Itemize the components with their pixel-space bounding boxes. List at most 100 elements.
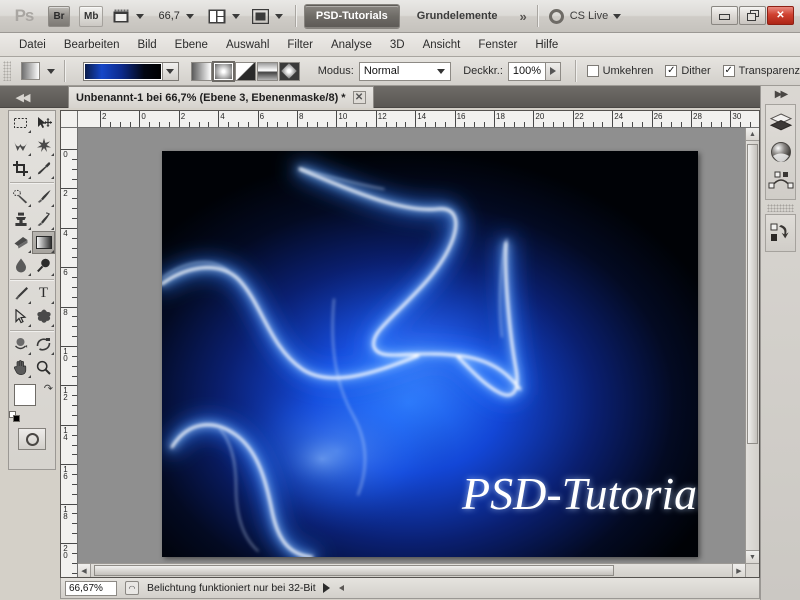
path-selection-tool[interactable] (9, 305, 32, 328)
history-panel-button[interactable] (766, 219, 796, 247)
minimize-button[interactable] (711, 6, 738, 25)
arrange-documents-control[interactable] (208, 9, 240, 24)
menu-datei[interactable]: Datei (10, 37, 55, 53)
screen-mode-control[interactable] (251, 8, 283, 24)
transparency-checkbox-row[interactable]: ✓ Transparenz (722, 65, 800, 77)
move-tool[interactable] (32, 111, 55, 134)
cs-live-button[interactable]: CS Live (548, 8, 622, 24)
app-zoom-chevron-down-icon[interactable] (185, 13, 194, 19)
scroll-right-button[interactable]: ▶ (732, 564, 745, 577)
diamond-gradient-button[interactable] (278, 61, 300, 81)
scroll-up-button[interactable]: ▲ (746, 128, 759, 141)
menu-filter[interactable]: Filter (278, 37, 322, 53)
reverse-checkbox-row[interactable]: Umkehren (586, 65, 653, 77)
document-tab-close-icon[interactable]: ✕ (352, 91, 366, 104)
menu-hilfe[interactable]: Hilfe (526, 37, 567, 53)
lasso-tool[interactable] (9, 134, 32, 157)
hand-tool[interactable] (9, 356, 32, 379)
zoom-tool[interactable] (32, 356, 55, 379)
workspace-overflow-button[interactable]: » (519, 9, 526, 24)
gradient-tool[interactable] (32, 231, 55, 254)
ruler-minor-tick (425, 122, 427, 127)
crop-tool[interactable] (9, 157, 32, 180)
tool-preset-chevron-down-icon[interactable] (46, 68, 55, 74)
transparency-label: Transparenz (738, 65, 800, 77)
dodge-tool[interactable] (32, 254, 55, 277)
status-zoom-input[interactable]: 66,67% (65, 580, 117, 596)
foreground-color-swatch[interactable] (14, 384, 36, 406)
artboard[interactable]: PSD-Tutorials.de PSD-Tutorials.de (162, 151, 698, 557)
reflected-gradient-button[interactable] (256, 61, 278, 81)
quick-mask-button[interactable] (18, 428, 46, 450)
history-brush-tool[interactable] (32, 208, 55, 231)
app-zoom-level[interactable]: 66,7 (158, 10, 179, 22)
gradient-preset-dropdown[interactable] (161, 62, 178, 80)
brush-tool[interactable] (32, 185, 55, 208)
radial-gradient-button[interactable] (211, 60, 235, 82)
opacity-stepper-button[interactable] (545, 61, 561, 81)
restore-button[interactable] (739, 6, 766, 25)
reverse-checkbox[interactable] (586, 65, 599, 77)
spot-healing-brush-tool[interactable] (9, 185, 32, 208)
menu-fenster[interactable]: Fenster (469, 37, 526, 53)
clone-stamp-tool[interactable] (9, 208, 32, 231)
menu-3d[interactable]: 3D (381, 37, 414, 53)
angle-gradient-button[interactable] (234, 61, 256, 81)
vertical-ruler[interactable]: 0246810121416182022 (61, 128, 78, 577)
menu-analyse[interactable]: Analyse (322, 37, 381, 53)
3d-rotate-tool[interactable] (9, 333, 32, 356)
gradient-picker[interactable] (82, 61, 179, 81)
document-info-icon[interactable]: ◠ (125, 581, 139, 595)
launch-bridge-button[interactable]: Br (48, 5, 70, 27)
layers-panel-button[interactable] (766, 109, 796, 137)
tool-preset-picker[interactable] (20, 62, 40, 80)
masks-paths-panel-button[interactable] (766, 167, 796, 195)
panel-collapse-button[interactable]: ◀◀ (10, 89, 34, 105)
magic-wand-tool[interactable] (32, 134, 55, 157)
close-button[interactable]: ✕ (767, 6, 794, 25)
menu-ansicht[interactable]: Ansicht (414, 37, 470, 53)
launch-mini-bridge-button[interactable]: Mb (79, 5, 104, 27)
blur-tool[interactable] (9, 254, 32, 277)
view-extras-control[interactable] (113, 9, 145, 24)
custom-shape-tool[interactable] (32, 305, 55, 328)
menu-bearbeiten[interactable]: Bearbeiten (55, 37, 129, 53)
options-bar-grip[interactable] (3, 61, 11, 81)
gradient-preview-swatch[interactable] (83, 62, 162, 80)
menu-bild[interactable]: Bild (128, 37, 165, 53)
panel-dock-grip[interactable] (767, 204, 794, 212)
pen-tool[interactable] (9, 282, 32, 305)
3d-orbit-tool[interactable] (32, 333, 55, 356)
eraser-tool[interactable] (9, 231, 32, 254)
document-tab[interactable]: Unbenannt-1 bei 66,7% (Ebene 3, Ebenenma… (68, 86, 374, 108)
transparency-checkbox[interactable]: ✓ (722, 65, 735, 77)
workspace-tab-grundelemente[interactable]: Grundelemente (407, 5, 508, 28)
type-tool[interactable]: T (32, 282, 55, 305)
ruler-label: 26 (653, 112, 663, 121)
vertical-scrollbar[interactable]: ▲ ▼ (745, 128, 759, 563)
linear-gradient-button[interactable] (190, 61, 212, 81)
horizontal-scrollbar[interactable]: ◀ ▶ (78, 563, 745, 577)
adjustments-panel-button[interactable] (766, 138, 796, 166)
scroll-down-button[interactable]: ▼ (746, 550, 759, 563)
horizontal-scroll-thumb[interactable] (94, 565, 614, 576)
blend-mode-select[interactable]: Normal (358, 61, 452, 81)
default-colors-icon[interactable] (9, 411, 20, 422)
status-menu-button[interactable] (322, 583, 330, 593)
scroll-left-button[interactable]: ◀ (78, 564, 91, 577)
ruler-minor-tick (72, 405, 77, 407)
opacity-input[interactable]: 100% (507, 61, 546, 81)
dither-checkbox[interactable]: ✓ (665, 65, 678, 77)
swap-colors-icon[interactable]: ↷ (44, 382, 53, 395)
canvas-scroll-region[interactable]: PSD-Tutorials.de PSD-Tutorials.de (78, 128, 745, 563)
dither-checkbox-row[interactable]: ✓ Dither (665, 65, 711, 77)
ruler-origin-box[interactable] (61, 111, 78, 128)
menu-auswahl[interactable]: Auswahl (217, 37, 278, 53)
horizontal-ruler[interactable]: 2 0 2 4 6 8 10 12 14 16 18 20 22 24 26 28 30 (78, 111, 759, 128)
menu-ebene[interactable]: Ebene (166, 37, 217, 53)
expand-panels-button[interactable]: ▶▶ (761, 86, 800, 102)
eyedropper-tool[interactable] (32, 157, 55, 180)
rectangular-marquee-tool[interactable] (9, 111, 32, 134)
vertical-scroll-thumb[interactable] (747, 144, 758, 444)
workspace-tab-psd-tutorials[interactable]: PSD-Tutorials (304, 4, 399, 28)
